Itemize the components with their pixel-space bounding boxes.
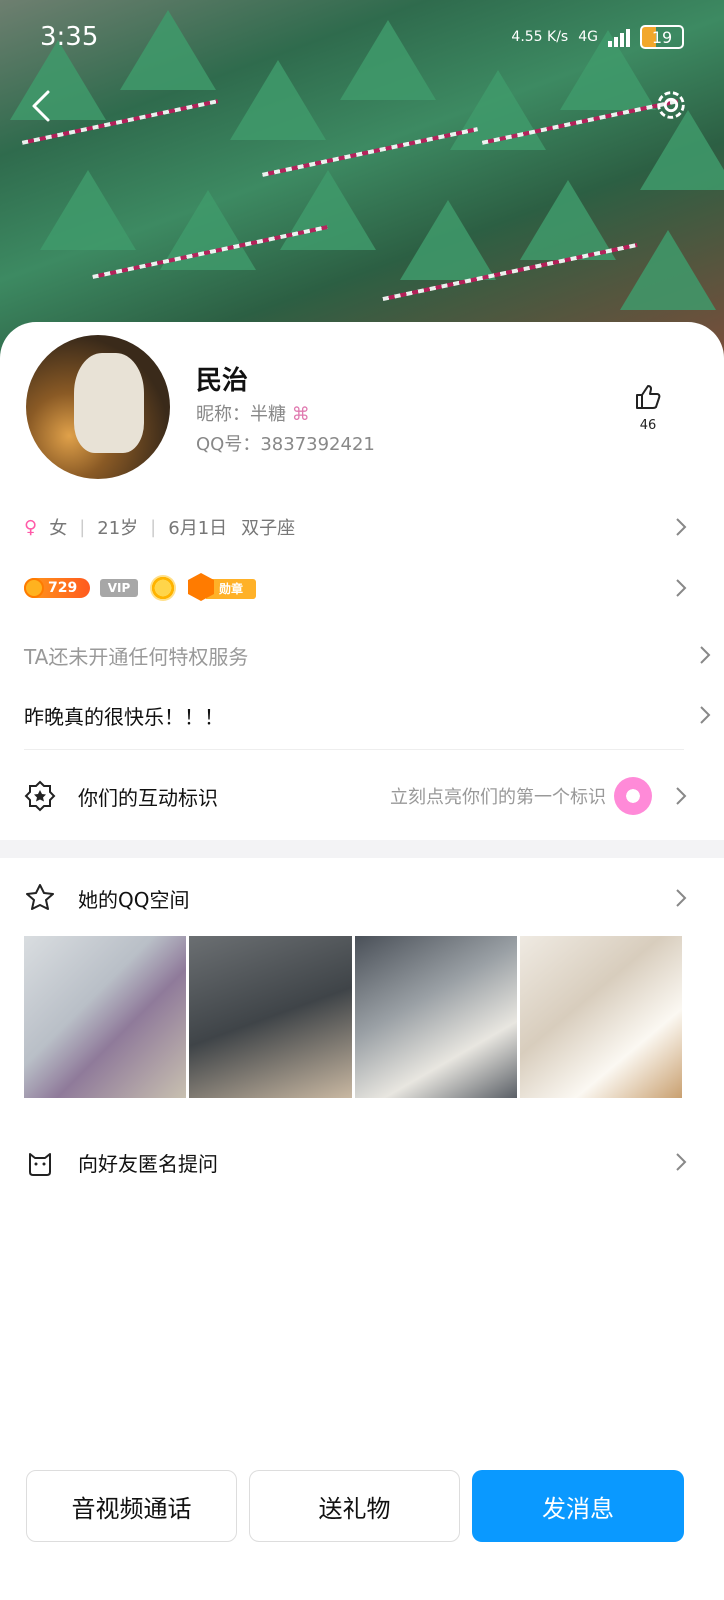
- gender-text: 女: [49, 518, 68, 539]
- profile-qq-number: QQ号：3837392421: [196, 434, 375, 455]
- age-text: 21岁: [97, 518, 139, 539]
- status-bar: 3:35 4.55 K/s 4G 19: [40, 22, 684, 52]
- qzone-row[interactable]: 她的QQ空间: [0, 878, 724, 918]
- qzone-photo[interactable]: [354, 936, 517, 1098]
- badges-row[interactable]: 729 VIP 勋章: [0, 572, 724, 604]
- vip-badge: VIP: [100, 579, 138, 597]
- chevron-right-icon: [676, 518, 687, 536]
- gift-button[interactable]: 送礼物: [249, 1470, 460, 1542]
- qzone-title: 她的QQ空间: [78, 887, 190, 912]
- privilege-text: TA还未开通任何特权服务: [24, 644, 249, 669]
- female-icon: ♀: [24, 516, 38, 538]
- cat-icon: [29, 1153, 51, 1176]
- battery-level: 19: [651, 27, 673, 47]
- interaction-title: 你们的互动标识: [78, 785, 218, 810]
- coin-icon: [24, 578, 44, 598]
- coin-level-badge: 729: [24, 578, 90, 598]
- anonymous-question-row[interactable]: 向好友匿名提问: [0, 1142, 724, 1182]
- ask-title: 向好友匿名提问: [78, 1151, 218, 1176]
- birthday-text: 6月1日: [168, 518, 228, 539]
- section-gap: [0, 840, 724, 858]
- signal-icon: [608, 27, 630, 47]
- network-type: 4G: [578, 29, 598, 45]
- profile-name: 民治: [196, 366, 249, 396]
- badge-star-icon: [24, 780, 56, 812]
- thumbs-up-icon: [636, 385, 661, 409]
- candy-icon: ⌘: [291, 404, 310, 425]
- signature-row[interactable]: 昨晚真的很快乐！！！: [0, 700, 724, 730]
- flower-icon: [614, 777, 652, 815]
- divider: [24, 749, 684, 750]
- battery-icon: 19: [640, 25, 684, 49]
- back-arrow-icon[interactable]: [28, 88, 58, 124]
- chevron-right-icon: [676, 787, 687, 805]
- qzone-photos: [24, 936, 682, 1098]
- like-button[interactable]: 46: [628, 382, 668, 433]
- call-button[interactable]: 音视频通话: [26, 1470, 237, 1542]
- qzone-photo[interactable]: [189, 936, 352, 1098]
- chevron-right-icon: [676, 889, 687, 907]
- privilege-row[interactable]: TA还未开通任何特权服务: [0, 640, 724, 670]
- avatar[interactable]: [26, 335, 170, 479]
- interaction-hint: 立刻点亮你们的第一个标识: [390, 787, 606, 808]
- chevron-right-icon: [700, 646, 711, 664]
- cover-photo: [0, 0, 724, 360]
- status-time: 3:35: [40, 22, 99, 52]
- chevron-right-icon: [676, 579, 687, 597]
- net-speed: 4.55 K/s: [511, 29, 569, 45]
- qzone-star-icon: [26, 884, 54, 910]
- chevron-right-icon: [700, 706, 711, 724]
- basic-info-row[interactable]: ♀ 女 | 21岁 | 6月1日 双子座: [0, 510, 724, 544]
- qzone-photo[interactable]: [24, 936, 187, 1098]
- chevron-right-icon: [676, 1153, 687, 1171]
- interaction-marks-row[interactable]: 你们的互动标识 立刻点亮你们的第一个标识: [0, 776, 724, 816]
- sun-level-icon: [150, 575, 176, 601]
- like-count: 46: [639, 418, 657, 433]
- message-button[interactable]: 发消息: [472, 1470, 684, 1542]
- medal-badge: 勋章: [188, 573, 256, 601]
- qzone-photo[interactable]: [519, 936, 682, 1098]
- profile-nickname: 昵称：半糖 ⌘: [196, 404, 310, 425]
- settings-gear-icon[interactable]: [652, 86, 690, 124]
- signature-text: 昨晚真的很快乐！！！: [24, 704, 224, 729]
- zodiac-text: 双子座: [241, 518, 296, 539]
